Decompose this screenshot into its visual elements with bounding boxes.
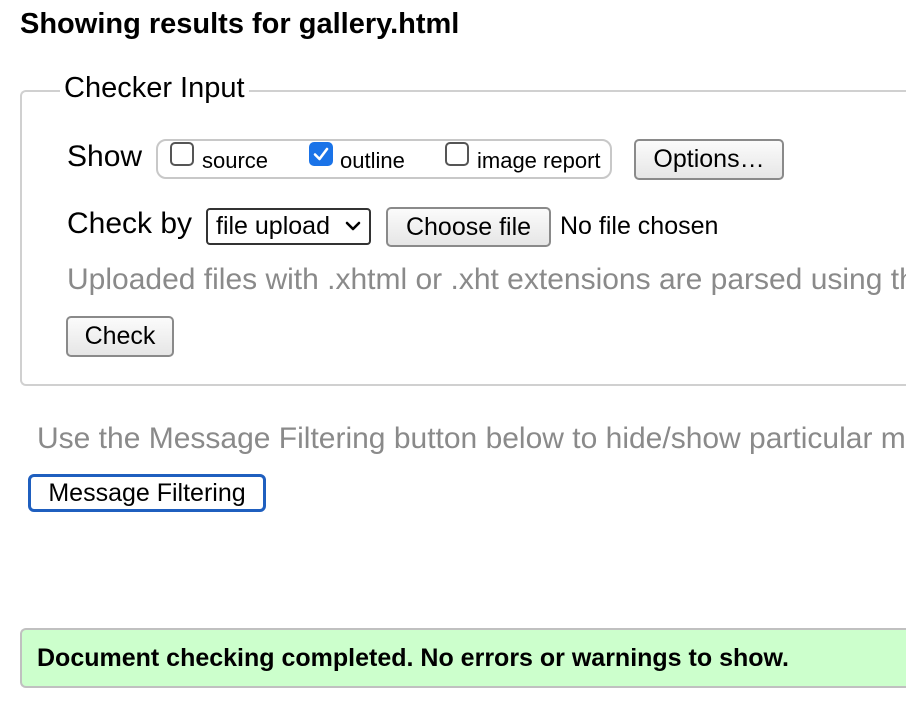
check-by-label: Check by — [67, 207, 193, 240]
page-title: Showing results for gallery.html — [20, 8, 460, 40]
source-checkbox[interactable] — [170, 142, 194, 166]
outline-checkbox-label[interactable]: outline — [340, 148, 405, 174]
check-button[interactable]: Check — [66, 316, 174, 357]
checkmark-icon — [313, 147, 329, 161]
check-by-select[interactable]: file upload — [206, 208, 371, 245]
success-message: Document checking completed. No errors o… — [37, 644, 789, 672]
check-by-selected-value: file upload — [216, 212, 330, 240]
choose-file-button[interactable]: Choose file — [386, 207, 551, 247]
image-report-checkbox-label[interactable]: image report — [477, 148, 601, 174]
message-filtering-note: Use the Message Filtering button below t… — [37, 422, 906, 455]
options-button[interactable]: Options… — [634, 139, 784, 180]
source-checkbox-label[interactable]: source — [202, 148, 268, 174]
checker-input-legend: Checker Input — [60, 72, 249, 105]
image-report-checkbox[interactable] — [445, 142, 469, 166]
message-filtering-button[interactable]: Message Filtering — [28, 474, 266, 512]
upload-note: Uploaded files with .xhtml or .xht exten… — [67, 263, 906, 296]
show-label: Show — [67, 140, 143, 173]
chevron-down-icon — [345, 221, 361, 231]
no-file-chosen-text: No file chosen — [560, 212, 719, 240]
outline-checkbox[interactable] — [309, 142, 333, 166]
